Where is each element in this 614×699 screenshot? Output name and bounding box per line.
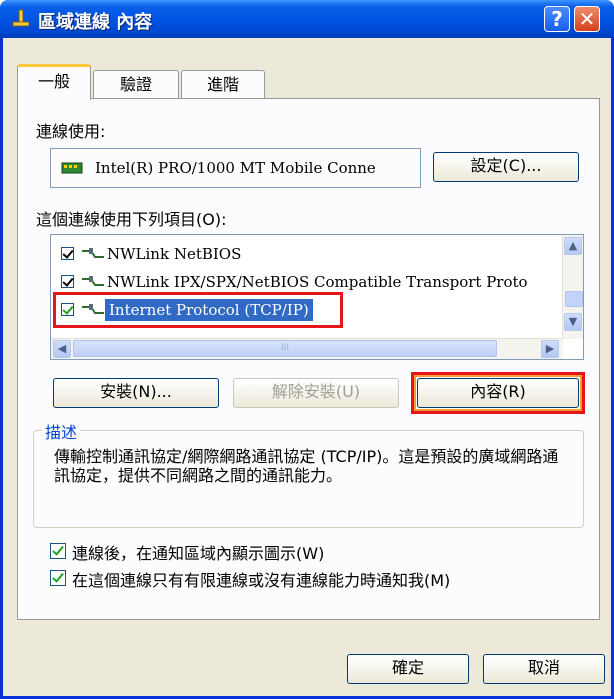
configure-button[interactable]: 設定(C)... [433, 152, 579, 182]
tab-general-label: 一般 [37, 72, 70, 91]
scroll-thumb-horizontal[interactable]: III [73, 340, 497, 357]
focus-ring [414, 375, 582, 411]
tab-advanced[interactable]: 進階 [181, 70, 265, 99]
tab-advanced-label: 進階 [206, 75, 239, 94]
properties-dialog: 區域連線 內容 ? ✕ 一般 驗證 進階 連線使用: Intel(R) PRO/… [0, 0, 614, 699]
items-label: 這個連線使用下列項目(O): [36, 210, 227, 229]
cancel-button[interactable]: 取消 [483, 654, 605, 684]
scroll-up-button[interactable]: ▲ [564, 237, 582, 255]
network-adapter-icon [61, 162, 83, 174]
highlight-tcpip-item [53, 292, 343, 328]
show-icon-checkbox[interactable] [50, 543, 66, 559]
protocol-icon [82, 276, 104, 286]
tab-authentication[interactable]: 驗證 [93, 70, 179, 99]
scroll-right-button[interactable]: ▶ [541, 340, 559, 358]
tab-authentication-label: 驗證 [119, 75, 152, 94]
description-group: 描述 傳輸控制通訊協定/網際網路通訊協定 (TCP/IP)。這是預設的廣域網路通… [33, 419, 584, 528]
vertical-scrollbar[interactable]: ▲ ▼ [562, 235, 583, 339]
horizontal-scrollbar[interactable]: ◀ III ▶ [51, 338, 563, 359]
title-bar[interactable]: 區域連線 內容 ? ✕ [0, 0, 614, 38]
description-text: 傳輸控制通訊協定/網際網路通訊協定 (TCP/IP)。這是預設的廣域網路通訊協定… [54, 447, 559, 485]
network-connection-icon [12, 9, 30, 27]
notify-limited-label: 在這個連線只有有限連線或沒有連線能力時通知我(M) [72, 571, 451, 590]
connect-using-label: 連線使用: [36, 122, 106, 141]
list-item-label: NWLink NetBIOS [107, 245, 242, 263]
uninstall-button[interactable]: 解除安裝(U) [233, 378, 399, 408]
checkbox[interactable] [61, 275, 74, 288]
show-icon-option[interactable]: 連線後，在通知區域內顯示圖示(W) [50, 540, 550, 563]
list-item-label: NWLink IPX/SPX/NetBIOS Compatible Transp… [107, 273, 528, 291]
install-button[interactable]: 安裝(N)... [53, 378, 219, 408]
notify-limited-checkbox[interactable] [50, 570, 66, 586]
adapter-name: Intel(R) PRO/1000 MT Mobile Conne [95, 159, 376, 177]
notify-limited-option[interactable]: 在這個連線只有有限連線或沒有連線能力時通知我(M) [50, 567, 590, 590]
window-title: 區域連線 內容 [38, 12, 153, 33]
list-item[interactable]: NWLink NetBIOS [57, 243, 547, 267]
show-icon-label: 連線後，在通知區域內顯示圖示(W) [72, 544, 325, 563]
close-button[interactable]: ✕ [574, 6, 600, 32]
protocol-icon [82, 248, 104, 258]
ok-button[interactable]: 確定 [347, 654, 469, 684]
scroll-left-button[interactable]: ◀ [53, 340, 71, 358]
adapter-field: Intel(R) PRO/1000 MT Mobile Conne [50, 148, 421, 188]
scroll-thumb[interactable] [565, 291, 583, 307]
description-title: 描述 [42, 419, 81, 443]
scroll-down-button[interactable]: ▼ [564, 313, 582, 331]
help-button[interactable]: ? [544, 6, 570, 32]
checkbox[interactable] [61, 247, 74, 260]
tab-general[interactable]: 一般 [17, 64, 91, 100]
